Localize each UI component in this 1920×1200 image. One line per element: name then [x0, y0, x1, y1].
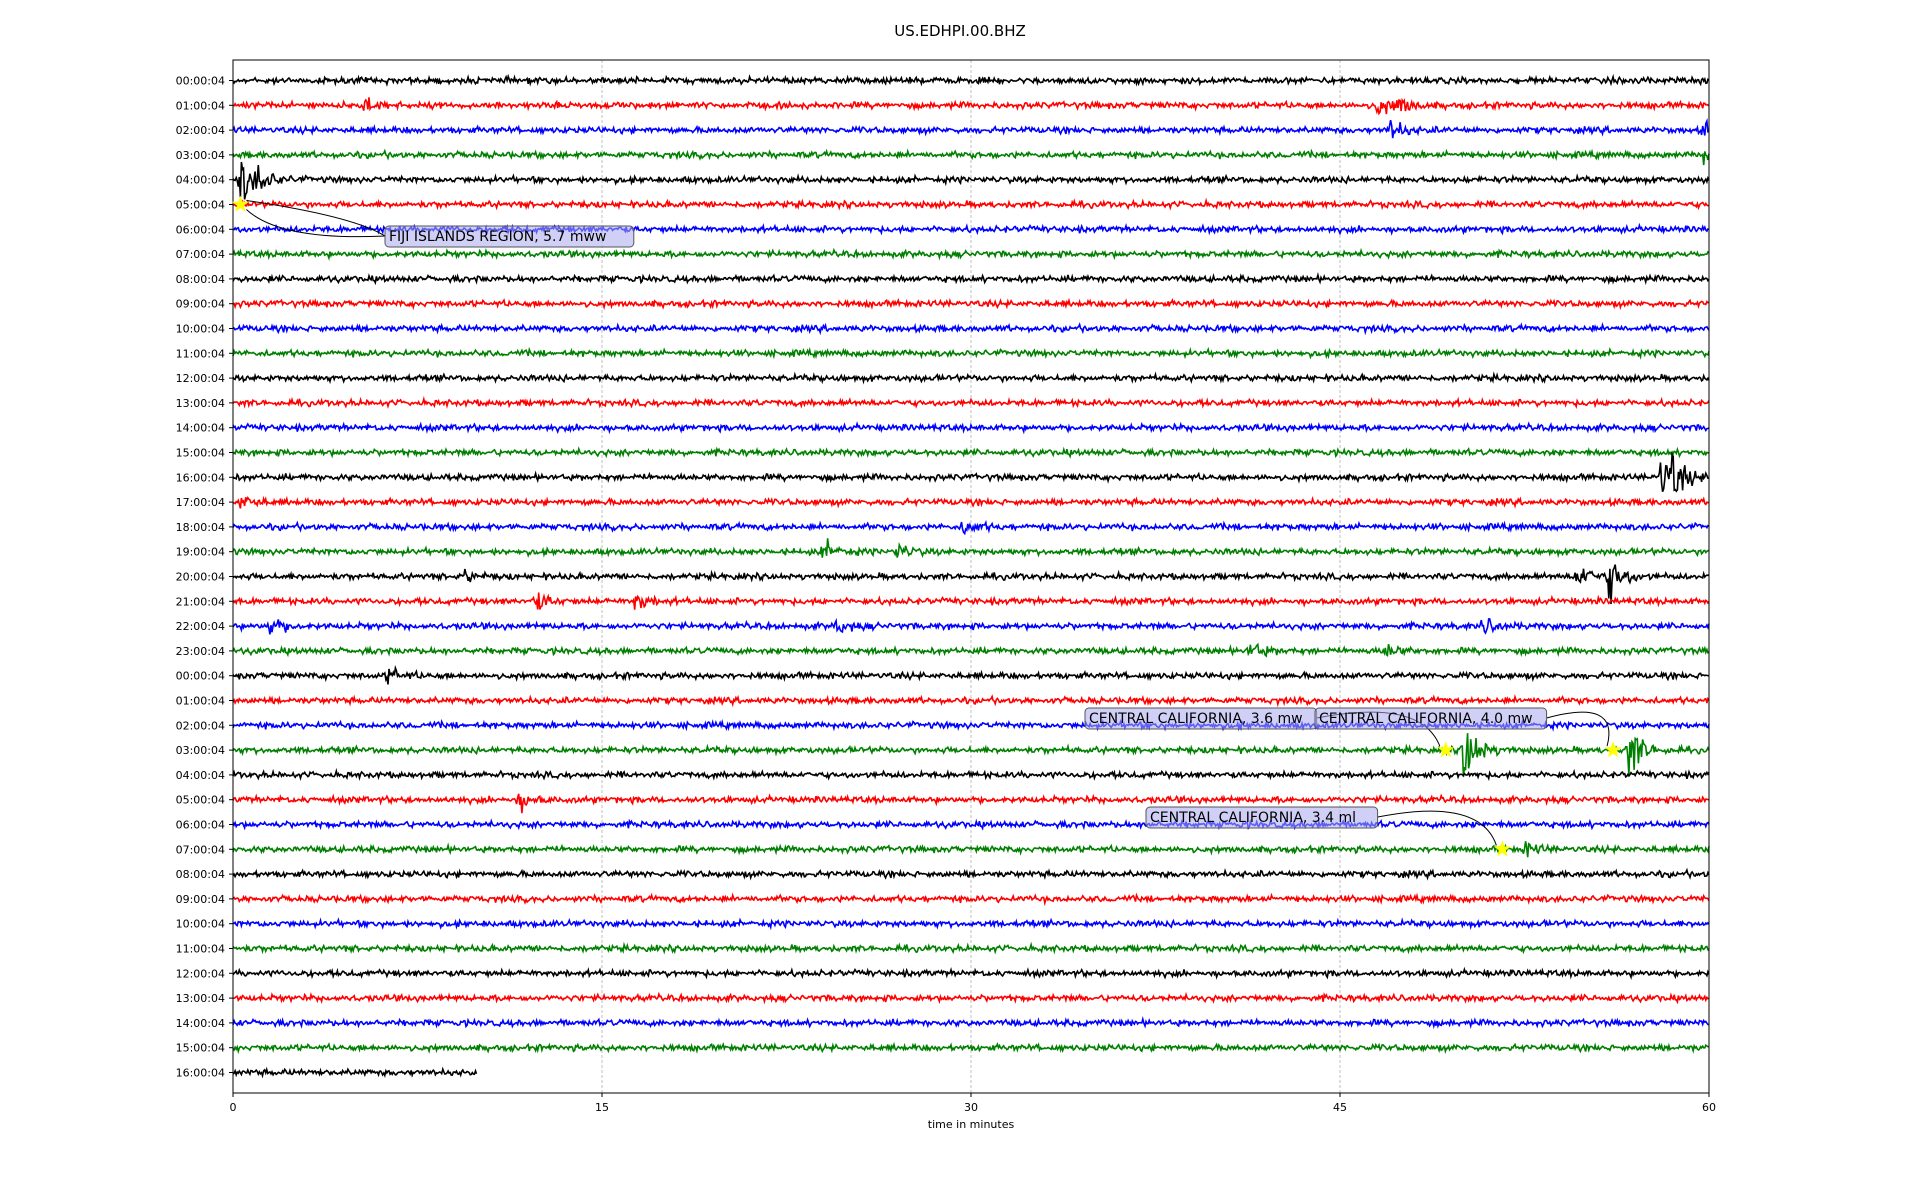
y-tick-label: 02:00:04 [176, 719, 225, 732]
y-tick-label: 03:00:04 [176, 149, 225, 162]
annotation-label: CENTRAL CALIFORNIA, 3.6 mw [1089, 711, 1303, 727]
y-tick-label: 10:00:04 [176, 323, 225, 336]
y-tick-label: 20:00:04 [176, 571, 225, 584]
x-tick-label: 30 [964, 1101, 978, 1114]
y-tick-label: 00:00:04 [176, 75, 225, 88]
event-star-icon [1604, 741, 1622, 758]
y-tick-label: 08:00:04 [176, 868, 225, 881]
y-tick-label: 01:00:04 [176, 695, 225, 708]
y-tick-label: 07:00:04 [176, 843, 225, 856]
y-tick-label: 19:00:04 [176, 546, 225, 559]
y-tick-label: 11:00:04 [176, 943, 225, 956]
y-tick-label: 12:00:04 [176, 967, 225, 980]
annotation-label: CENTRAL CALIFORNIA, 3.4 ml [1150, 810, 1356, 826]
y-tick-label: 15:00:04 [176, 1042, 225, 1055]
x-axis-label: time in minutes [928, 1118, 1015, 1131]
x-tick-label: 60 [1702, 1101, 1716, 1114]
y-tick-label: 11:00:04 [176, 347, 225, 360]
y-tick-label: 12:00:04 [176, 372, 225, 385]
y-tick-label: 16:00:04 [176, 471, 225, 484]
y-tick-label: 09:00:04 [176, 893, 225, 906]
y-tick-label: 09:00:04 [176, 298, 225, 311]
y-tick-label: 00:00:04 [176, 670, 225, 683]
annotation-label: FIJI ISLANDS REGION, 5.7 mww [389, 229, 606, 245]
y-tick-label: 21:00:04 [176, 595, 225, 608]
y-tick-label: 02:00:04 [176, 124, 225, 137]
trace-row-31 [232, 841, 1710, 858]
y-tick-label: 10:00:04 [176, 918, 225, 931]
y-tick-label: 22:00:04 [176, 620, 225, 633]
event-star-icon [1493, 840, 1511, 857]
y-tick-label: 05:00:04 [176, 199, 225, 212]
y-tick-label: 03:00:04 [176, 744, 225, 757]
y-tick-label: 04:00:04 [176, 174, 225, 187]
y-tick-label: 23:00:04 [176, 645, 225, 658]
y-tick-label: 05:00:04 [176, 794, 225, 807]
y-tick-label: 17:00:04 [176, 496, 225, 509]
annotation-label: CENTRAL CALIFORNIA, 4.0 mw [1319, 711, 1533, 727]
y-tick-label: 18:00:04 [176, 521, 225, 534]
annotation-arrow [246, 209, 386, 238]
y-tick-label: 08:00:04 [176, 273, 225, 286]
y-tick-label: 13:00:04 [176, 992, 225, 1005]
trace-row-40 [232, 1066, 478, 1079]
y-tick-label: 06:00:04 [176, 223, 225, 236]
y-tick-label: 04:00:04 [176, 769, 225, 782]
x-tick-label: 45 [1333, 1101, 1347, 1114]
y-tick-label: 13:00:04 [176, 397, 225, 410]
y-tick-label: 06:00:04 [176, 819, 225, 832]
y-tick-label: 14:00:04 [176, 1017, 225, 1030]
y-tick-label: 16:00:04 [176, 1067, 225, 1080]
y-tick-label: 01:00:04 [176, 99, 225, 112]
y-tick-label: 15:00:04 [176, 447, 225, 460]
y-tick-label: 14:00:04 [176, 422, 225, 435]
x-tick-label: 0 [230, 1101, 237, 1114]
helicorder-plot: 0 15 30 45 60 time in minutes 00:00:04 01:00:04… [176, 59, 1716, 1131]
annotation-arrow [1546, 711, 1610, 747]
x-tick-label: 15 [595, 1101, 609, 1114]
y-tick-label: 07:00:04 [176, 248, 225, 261]
